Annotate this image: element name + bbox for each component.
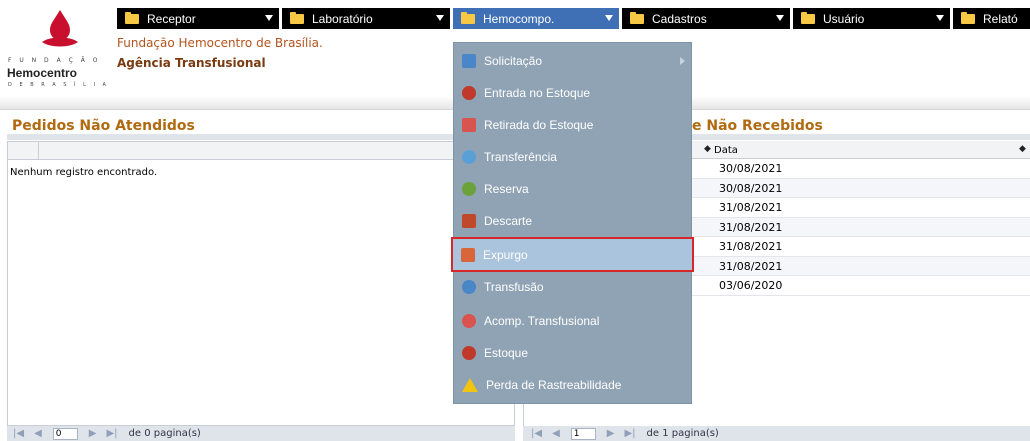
followup-icon [462, 314, 476, 328]
chevron-down-icon [436, 15, 444, 21]
left-panel-title: Pedidos Não Atendidos [12, 118, 195, 134]
next-page-icon[interactable]: ▶ [89, 428, 97, 439]
menu-item-label: Entrada no Estoque [484, 86, 591, 100]
menu-item-label: Transfusão [484, 280, 544, 294]
unattended-orders-grid: Nenhum registro encontrado. [7, 141, 515, 426]
column-divider [38, 142, 39, 160]
left-panel-bar [7, 134, 515, 140]
last-page-icon[interactable]: ▶| [106, 428, 117, 439]
first-page-icon[interactable]: |◀ [531, 428, 542, 439]
main-menu-bar: Receptor Laboratório Hemocompo. Cadastro… [117, 8, 1030, 29]
chevron-down-icon [265, 15, 273, 21]
folder-icon [125, 11, 139, 24]
folder-icon [961, 11, 975, 24]
organization-name: Fundação Hemocentro de Brasília. [117, 36, 323, 50]
chevron-down-icon [776, 15, 784, 21]
menu-receptor[interactable]: Receptor [117, 8, 279, 29]
menu-item-estoque[interactable]: Estoque [454, 337, 693, 369]
folder-icon [630, 11, 644, 24]
page-count: de 1 pagina(s) [646, 428, 719, 439]
menu-item-transferencia[interactable]: Transferência [454, 141, 693, 173]
unit-name: Agência Transfusional [117, 56, 266, 70]
next-page-icon[interactable]: ▶ [607, 428, 615, 439]
last-page-icon[interactable]: ▶| [624, 428, 635, 439]
transfer-icon [462, 150, 476, 164]
logo-hemocentro: Hemocentro [7, 66, 78, 80]
logo-de-brasilia: D E B R A S Í L I A [8, 82, 109, 88]
menu-item-label: Reserva [484, 182, 529, 196]
page-count: de 0 pagina(s) [128, 428, 201, 439]
folder-icon [290, 11, 304, 24]
first-page-icon[interactable]: |◀ [13, 428, 24, 439]
menu-item-label: Solicitação [484, 54, 543, 68]
menu-item-descarte[interactable]: Descarte [454, 205, 693, 237]
menu-item-retirada-estoque[interactable]: Retirada do Estoque [454, 109, 693, 141]
menu-relatorios[interactable]: Relató [953, 8, 1030, 29]
menu-item-transfusao[interactable]: Transfusão [454, 271, 693, 303]
menu-laboratorio[interactable]: Laboratório [282, 8, 450, 29]
menu-label: Hemocompo. [483, 11, 555, 26]
chevron-down-icon [936, 15, 944, 21]
menu-item-label: Descarte [484, 214, 533, 228]
right-panel-title: e Não Recebidos [692, 118, 823, 134]
menu-item-label: Transferência [484, 150, 557, 164]
right-pager: |◀ ◀ 1 ▶ ▶| de 1 pagina(s) [523, 426, 1030, 441]
menu-label: Relató [983, 11, 1018, 26]
date-rows: 30/08/2021 30/08/2021 31/08/2021 31/08/2… [692, 159, 1030, 296]
grid-header [8, 142, 514, 160]
folder-icon [461, 11, 475, 24]
menu-cadastros[interactable]: Cadastros [622, 8, 790, 29]
menu-usuario[interactable]: Usuário [793, 8, 950, 29]
sort-icon[interactable]: ◆ [1019, 144, 1026, 154]
menu-item-solicitacao[interactable]: Solicitação [454, 45, 693, 77]
menu-label: Laboratório [312, 11, 373, 26]
sort-icon[interactable]: ◆ [704, 144, 711, 154]
table-row[interactable]: 30/08/2021 [692, 159, 1030, 179]
menu-item-label: Perda de Rastreabilidade [486, 378, 622, 392]
request-icon [462, 54, 476, 68]
hemocompo-dropdown-menu: Solicitação Entrada no Estoque Retirada … [451, 42, 694, 404]
table-row[interactable]: 31/08/2021 [692, 237, 1030, 257]
table-row[interactable]: 31/08/2021 [692, 256, 1030, 276]
stock-icon [462, 346, 476, 360]
table-row[interactable]: 31/08/2021 [692, 198, 1030, 218]
table-row[interactable]: 30/08/2021 [692, 178, 1030, 198]
reserve-icon [462, 182, 476, 196]
menu-item-perda-rastreabilidade[interactable]: Perda de Rastreabilidade [454, 369, 693, 401]
menu-hemocompo[interactable]: Hemocompo. [453, 8, 619, 29]
date-column-header[interactable]: Data [714, 145, 738, 156]
chevron-down-icon [605, 15, 613, 21]
menu-label: Cadastros [652, 11, 707, 26]
left-pager: |◀ ◀ 0 ▶ ▶| de 0 pagina(s) [7, 426, 515, 441]
menu-item-expurgo[interactable]: Expurgo [451, 237, 694, 272]
submenu-arrow-icon [680, 57, 685, 65]
table-row[interactable]: 03/06/2020 [692, 276, 1030, 296]
logo-fundacao: F U N D A Ç Ã O [8, 57, 101, 64]
menu-item-label: Estoque [484, 346, 529, 360]
menu-item-entrada-estoque[interactable]: Entrada no Estoque [454, 77, 693, 109]
menu-label: Receptor [147, 11, 196, 26]
discard-icon [462, 214, 476, 228]
menu-item-reserva[interactable]: Reserva [454, 173, 693, 205]
stock-out-icon [462, 118, 476, 132]
warning-icon [462, 378, 478, 392]
folder-icon [801, 11, 815, 24]
transfusion-icon [462, 280, 476, 294]
page-input[interactable]: 0 [52, 427, 78, 440]
empty-message: Nenhum registro encontrado. [10, 167, 158, 178]
menu-label: Usuário [823, 11, 865, 26]
menu-item-label: Expurgo [483, 247, 528, 262]
menu-item-acomp-transfusional[interactable]: Acomp. Transfusional [454, 305, 693, 337]
hemocentro-logo: F U N D A Ç Ã O Hemocentro D E B R A S Í… [0, 0, 113, 95]
stock-in-icon [462, 86, 476, 100]
table-row[interactable]: 31/08/2021 [692, 217, 1030, 237]
prev-page-icon[interactable]: ◀ [552, 428, 560, 439]
menu-item-label: Retirada do Estoque [484, 118, 594, 132]
menu-item-label: Acomp. Transfusional [484, 314, 600, 328]
prev-page-icon[interactable]: ◀ [34, 428, 42, 439]
purge-icon [461, 247, 475, 262]
page-input[interactable]: 1 [570, 427, 596, 440]
blood-drop-logo-icon [42, 10, 78, 47]
